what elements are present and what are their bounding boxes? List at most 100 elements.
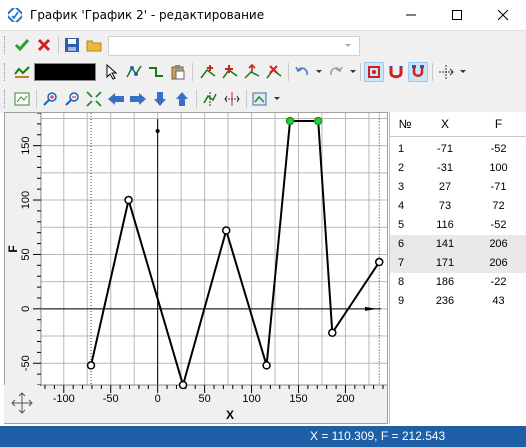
cell-f[interactable]: 43 [470, 292, 526, 311]
table-row[interactable]: 2 -31 100 [390, 159, 526, 178]
paste-button[interactable] [168, 62, 188, 82]
cell-f[interactable]: -52 [470, 140, 526, 159]
data-point[interactable] [313, 116, 323, 126]
column-header-f[interactable]: F [470, 112, 526, 137]
chevron-down-icon[interactable] [316, 70, 322, 73]
minimize-button[interactable] [388, 0, 434, 30]
pan-handle[interactable] [4, 385, 40, 423]
line-color-swatch[interactable] [34, 63, 96, 81]
snap-grid-button[interactable] [364, 62, 384, 82]
cell-f[interactable]: -71 [470, 178, 526, 197]
table-row[interactable]: 5 116 -52 [390, 216, 526, 235]
table-row[interactable]: 4 73 72 [390, 197, 526, 216]
row-number[interactable]: 8 [390, 273, 416, 292]
add-point-button[interactable] [198, 62, 218, 82]
close-button[interactable] [480, 0, 526, 30]
data-point[interactable] [285, 116, 295, 126]
app-icon [8, 8, 22, 22]
row-number[interactable]: 7 [390, 254, 416, 273]
pan-left-button[interactable] [106, 89, 126, 109]
delete-point-button[interactable] [264, 62, 284, 82]
table-row[interactable]: 7 171 206 [390, 254, 526, 273]
row-number[interactable]: 5 [390, 216, 416, 235]
edit-path-button[interactable] [146, 62, 166, 82]
confirm-button[interactable] [12, 35, 32, 55]
select-pointer-button[interactable] [102, 62, 122, 82]
open-button[interactable] [84, 35, 104, 55]
cell-x[interactable]: 171 [420, 254, 470, 273]
chevron-down-icon[interactable] [350, 70, 356, 73]
cell-f[interactable]: 72 [470, 197, 526, 216]
fit-view-button[interactable] [12, 89, 32, 109]
horizontal-align-button[interactable] [222, 89, 242, 109]
table-row[interactable]: 3 27 -71 [390, 178, 526, 197]
row-number[interactable]: 2 [390, 159, 416, 178]
axes-settings-button[interactable] [436, 62, 456, 82]
data-point[interactable] [374, 257, 384, 267]
column-header-x[interactable]: X [420, 112, 470, 137]
cell-x[interactable]: 236 [420, 292, 470, 311]
cell-x[interactable]: 116 [420, 216, 470, 235]
cell-x[interactable]: 186 [420, 273, 470, 292]
data-table: № X F 1 -71 -52 2 -31 100 3 27 -71 4 73 72 5 116 -52 6 1… [389, 112, 526, 424]
magnet-button[interactable] [386, 62, 406, 82]
cell-f[interactable]: -52 [470, 216, 526, 235]
cancel-button[interactable] [34, 35, 54, 55]
save-button[interactable] [62, 35, 82, 55]
data-point[interactable] [262, 361, 271, 370]
vertical-align-button[interactable] [200, 89, 220, 109]
separator [246, 90, 247, 108]
image-settings-button[interactable] [250, 89, 270, 109]
column-header-number[interactable]: № [390, 112, 420, 137]
zoom-in-button[interactable] [40, 89, 60, 109]
toolbar-edit [0, 60, 480, 84]
magnet-active-button[interactable] [408, 62, 428, 82]
status-bar: X = 110.309, F = 212.543 [0, 426, 526, 447]
maximize-button[interactable] [434, 0, 480, 30]
cell-x[interactable]: 27 [420, 178, 470, 197]
row-number[interactable]: 3 [390, 178, 416, 197]
data-point[interactable] [328, 328, 337, 338]
data-point[interactable] [221, 226, 231, 235]
toolbar-grip[interactable] [4, 36, 8, 54]
data-point[interactable] [124, 195, 133, 205]
move-point-button[interactable] [242, 62, 262, 82]
separator [432, 63, 433, 81]
table-row[interactable]: 1 -71 -52 [390, 140, 526, 159]
row-number[interactable]: 1 [390, 140, 416, 159]
table-row[interactable]: 8 186 -22 [390, 273, 526, 292]
cell-x[interactable]: 141 [420, 235, 470, 254]
insert-point-button[interactable] [220, 62, 240, 82]
cell-x[interactable]: 73 [420, 197, 470, 216]
row-number[interactable]: 6 [390, 235, 416, 254]
cell-f[interactable]: 206 [470, 235, 526, 254]
undo-button[interactable] [292, 62, 312, 82]
row-number[interactable]: 9 [390, 292, 416, 311]
cell-f[interactable]: 100 [470, 159, 526, 178]
select-points-button[interactable] [124, 62, 144, 82]
data-point[interactable] [86, 361, 96, 370]
pan-right-button[interactable] [128, 89, 148, 109]
toolbar-grip[interactable] [4, 90, 8, 108]
table-row[interactable]: 6 141 206 [390, 235, 526, 254]
pan-up-button[interactable] [172, 89, 192, 109]
graph-select[interactable] [108, 36, 360, 56]
cell-f[interactable]: -22 [470, 273, 526, 292]
zoom-out-button[interactable] [62, 89, 82, 109]
row-number[interactable]: 4 [390, 197, 416, 216]
table-row[interactable]: 9 236 43 [390, 292, 526, 311]
cell-x[interactable]: -71 [420, 140, 470, 159]
pan-down-button[interactable] [150, 89, 170, 109]
line-chart[interactable]: -100 -50 0 50 100 150 200 -50 0 50 100 150 X F [5, 88, 387, 423]
cell-f[interactable]: 206 [470, 254, 526, 273]
chevron-down-icon[interactable] [460, 70, 466, 73]
cell-x[interactable]: -31 [420, 159, 470, 178]
chevron-down-icon[interactable] [274, 97, 280, 100]
save-icon [65, 38, 79, 52]
line-style-button[interactable] [12, 62, 32, 82]
zoom-fit-button[interactable] [84, 89, 104, 109]
data-point[interactable] [178, 380, 188, 390]
toolbar-grip[interactable] [4, 63, 8, 81]
chart-canvas[interactable]: -100 -50 0 50 100 150 200 -50 0 50 100 150 X F [4, 88, 388, 424]
redo-button[interactable] [326, 62, 346, 82]
